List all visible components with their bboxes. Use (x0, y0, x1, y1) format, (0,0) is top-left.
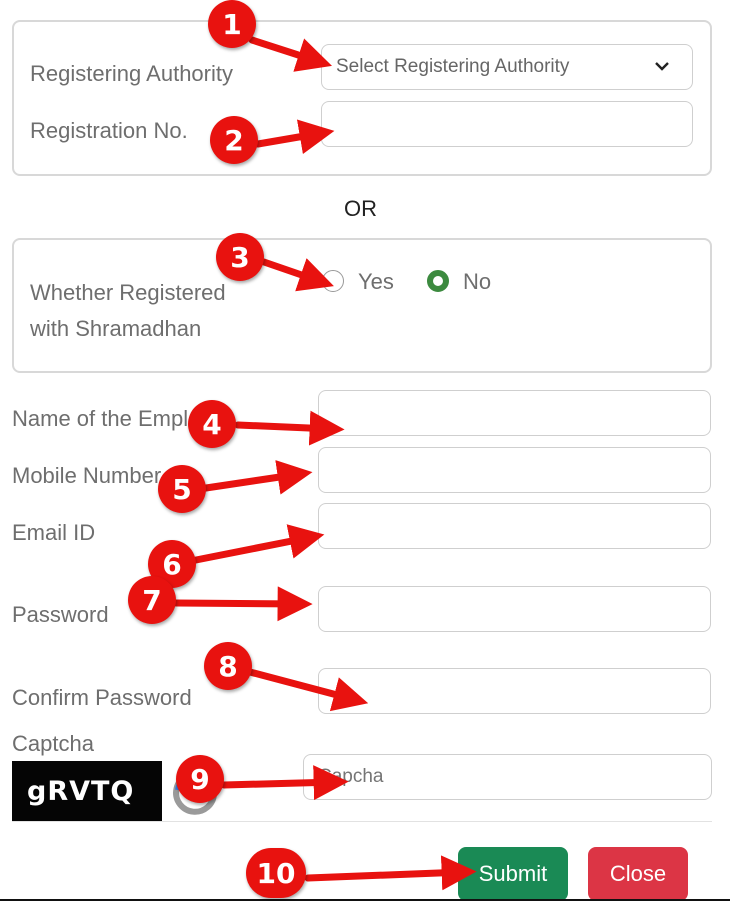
arrow-3 (260, 258, 334, 292)
annotation-badge-3: 3 (216, 233, 264, 281)
arrow-2 (254, 119, 335, 155)
annotation-badge-9: 9 (176, 755, 224, 803)
arrow-4 (234, 410, 345, 446)
annotation-badge-5: 5 (158, 465, 206, 513)
arrow-8 (246, 668, 369, 712)
annotation-arrows (172, 36, 477, 891)
arrow-5 (202, 459, 313, 495)
arrow-10 (304, 855, 477, 891)
annotation-badge-7: 7 (128, 576, 176, 624)
arrow-7 (172, 586, 313, 622)
annotation-badge-4: 4 (188, 400, 236, 448)
arrow-9 (220, 765, 349, 801)
arrow-1 (248, 36, 332, 72)
annotation-badge-8: 8 (204, 642, 252, 690)
annotation-badge-2: 2 (210, 116, 258, 164)
arrow-6 (192, 524, 325, 564)
annotation-badge-10: 10 (246, 848, 306, 898)
annotation-badge-1: 1 (208, 0, 256, 48)
